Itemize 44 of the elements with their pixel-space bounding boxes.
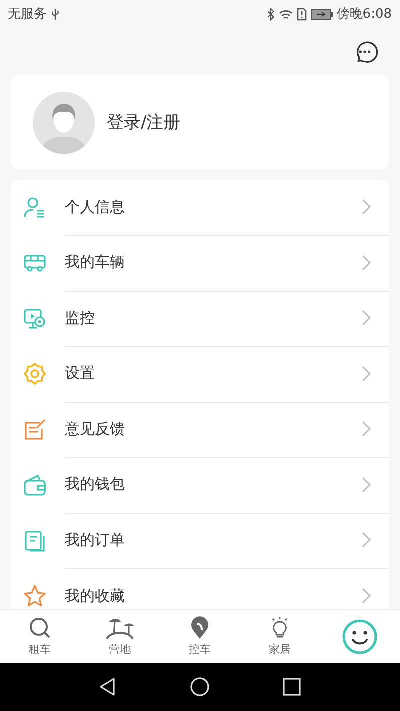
chevron-right-icon: [361, 254, 371, 271]
tab[interactable]: 租车: [0, 610, 80, 663]
menu-item[interactable]: 我的收藏: [11, 568, 389, 609]
menu-item[interactable]: 我的订单: [11, 513, 389, 568]
menu-label: 设置: [65, 364, 96, 384]
palm-island-icon: [104, 616, 136, 640]
tab[interactable]: 控车: [160, 610, 240, 663]
battery-icon: [310, 8, 333, 20]
home-icon[interactable]: [190, 677, 210, 697]
menu-item[interactable]: 个人信息: [11, 180, 389, 236]
menu-label: 我的订单: [65, 530, 126, 550]
login-register-link[interactable]: 登录/注册: [107, 111, 181, 134]
clock-text: 傍晚6:08: [336, 6, 392, 23]
menu-item[interactable]: 意见反馈: [11, 402, 389, 458]
menu-item[interactable]: 监控: [11, 291, 389, 346]
carrier-text: 无服务: [8, 6, 47, 23]
recents-icon[interactable]: [282, 677, 302, 697]
menu-label: 个人信息: [65, 198, 126, 217]
smiley-icon: [342, 618, 378, 654]
menu-label: 我的车辆: [65, 253, 126, 272]
chevron-right-icon: [361, 421, 371, 438]
search-icon: [28, 616, 52, 640]
usb-icon: [51, 8, 60, 20]
profile-card[interactable]: 登录/注册: [11, 75, 389, 170]
chevron-right-icon: [361, 476, 371, 493]
menu-label: 监控: [65, 308, 96, 328]
menu-label: 意见反馈: [65, 420, 126, 439]
menu-label: 我的钱包: [65, 475, 126, 494]
tab[interactable]: 家居: [240, 610, 320, 663]
chevron-right-icon: [361, 199, 371, 216]
menu-item[interactable]: 设置: [11, 346, 389, 402]
sim-card-icon: [296, 8, 307, 20]
menu-label: 我的收藏: [65, 586, 126, 606]
chevron-right-icon: [361, 310, 371, 326]
bluetooth-icon: [266, 8, 275, 20]
chevron-right-icon: [361, 588, 371, 604]
tab[interactable]: 营地: [80, 610, 160, 663]
menu-item[interactable]: 我的车辆: [11, 236, 389, 291]
wifi-icon: [278, 8, 293, 20]
chevron-right-icon: [361, 366, 371, 382]
chevron-right-icon: [361, 532, 371, 548]
avatar-icon: [33, 92, 95, 154]
back-icon[interactable]: [98, 677, 118, 697]
menu-item[interactable]: 我的钱包: [11, 458, 389, 513]
